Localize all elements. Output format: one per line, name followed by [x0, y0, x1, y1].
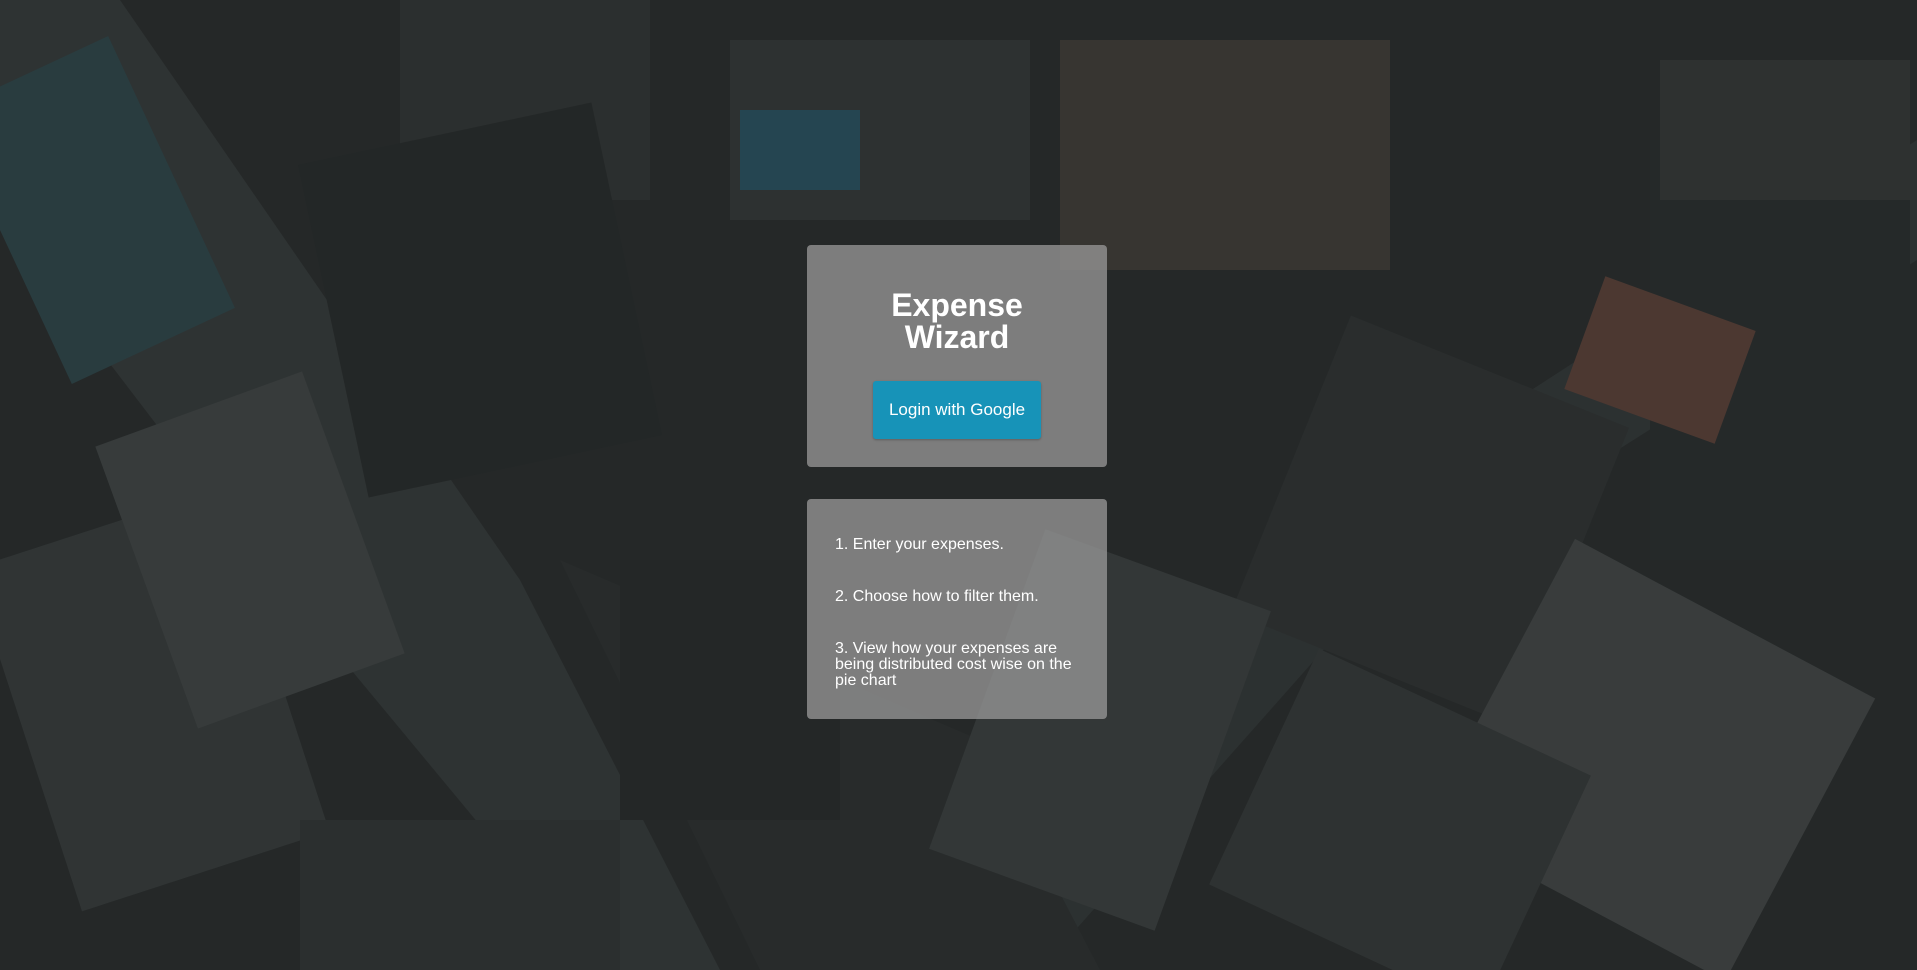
app-title-line2: Wizard	[904, 319, 1010, 355]
step-3-text: 3. View how your expenses are being dist…	[835, 640, 1072, 689]
app-title: Expense Wizard	[807, 289, 1107, 353]
login-with-google-button[interactable]: Login with Google	[873, 381, 1041, 439]
instructions-card: 1. Enter your expenses. 2. Choose how to…	[807, 499, 1107, 719]
login-card: Expense Wizard Login with Google	[807, 245, 1107, 467]
background-city-image	[0, 0, 1917, 970]
step-1-text: 1. Enter your expenses.	[835, 536, 1004, 553]
app-title-line1: Expense	[891, 287, 1023, 323]
step-2-text: 2. Choose how to filter them.	[835, 588, 1039, 605]
